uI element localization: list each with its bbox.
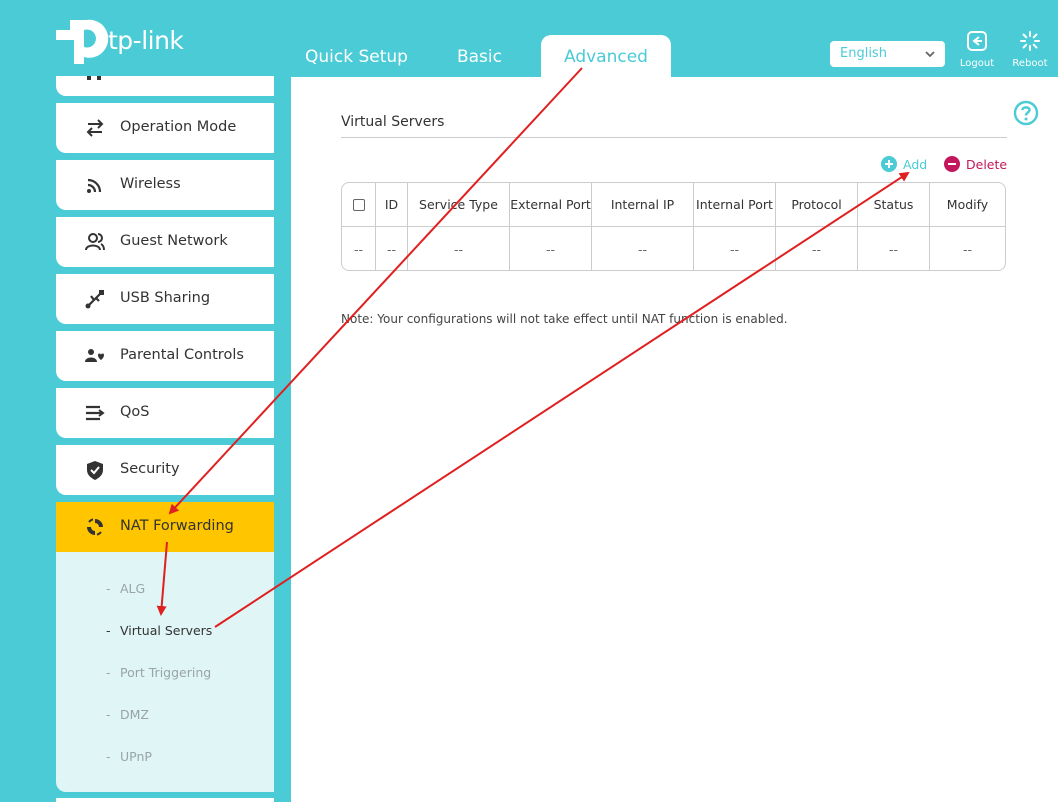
sidebar-item-label: QoS <box>120 404 150 420</box>
title-divider <box>341 137 1007 138</box>
main-nav: Quick Setup Basic Advanced <box>290 35 671 77</box>
logout-icon <box>967 31 987 51</box>
reboot-label: Reboot <box>1012 58 1048 69</box>
sidebar-item-partial-bottom[interactable] <box>56 798 274 802</box>
reboot-icon <box>1020 31 1040 51</box>
submenu-item-alg[interactable]: - ALG <box>106 581 145 596</box>
sidebar-item-security[interactable]: Security <box>56 445 274 495</box>
column-header: Internal IP <box>592 183 694 226</box>
sidebar-item-label: NAT Forwarding <box>120 518 234 534</box>
page-title: Virtual Servers <box>341 114 445 130</box>
select-all-cell <box>342 183 376 226</box>
help-icon[interactable] <box>1013 100 1039 126</box>
sidebar-item-label: Guest Network <box>120 233 228 249</box>
select-all-checkbox[interactable] <box>352 198 365 211</box>
sidebar-item-qos[interactable]: QoS <box>56 388 274 438</box>
column-header: Service Type <box>408 183 510 226</box>
shield-icon <box>87 461 103 480</box>
tab-advanced[interactable]: Advanced <box>540 35 671 77</box>
table-cell: -- <box>962 241 973 257</box>
sidebar-item-partial[interactable] <box>56 76 274 96</box>
qos-icon <box>86 405 105 421</box>
submenu-item-port-triggering[interactable]: - Port Triggering <box>106 665 211 680</box>
language-value: English <box>840 46 887 61</box>
sidebar-item-guest-network[interactable]: Guest Network <box>56 217 274 267</box>
sidebar-item-label: Wireless <box>120 176 181 192</box>
tab-basic[interactable]: Basic <box>433 35 526 77</box>
logout-button[interactable]: Logout <box>955 30 999 69</box>
parental-controls-icon <box>85 349 104 362</box>
column-header: Internal Port <box>694 183 776 226</box>
submenu-item-upnp[interactable]: - UPnP <box>106 749 152 764</box>
sidebar-item-usb-sharing[interactable]: USB Sharing <box>56 274 274 324</box>
nat-forwarding-icon <box>87 518 103 536</box>
table-cell: -- <box>408 227 510 270</box>
add-button[interactable]: Add <box>881 156 927 172</box>
table-header-row: ID Service Type External Port Internal I… <box>342 183 1005 227</box>
submenu-item-dmz[interactable]: - DMZ <box>106 707 149 722</box>
table-cell: -- <box>376 227 408 270</box>
submenu-item-virtual-servers[interactable]: - Virtual Servers <box>106 623 212 638</box>
column-header: Status <box>858 183 930 226</box>
sidebar-item-operation-mode[interactable]: Operation Mode <box>56 103 274 153</box>
column-header: External Port <box>510 183 592 226</box>
plus-icon <box>881 156 897 172</box>
sidebar-item-label: USB Sharing <box>120 290 211 306</box>
minus-icon <box>944 156 960 172</box>
logout-label: Logout <box>959 58 995 69</box>
column-header: Protocol <box>776 183 858 226</box>
delete-button[interactable]: Delete <box>944 156 1007 172</box>
table-row: -- -- -- -- -- -- -- -- -- <box>342 227 1005 270</box>
brand-name: tp-link <box>108 26 184 55</box>
column-header: ID <box>376 183 408 226</box>
language-select[interactable]: English <box>830 41 945 67</box>
table-cell: -- <box>510 227 592 270</box>
sidebar-item-label: Operation Mode <box>120 119 237 135</box>
operation-mode-icon <box>86 119 104 137</box>
tab-quick-setup[interactable]: Quick Setup <box>290 35 433 77</box>
table-cell: -- <box>342 227 376 270</box>
table-cell: -- <box>858 227 930 270</box>
sidebar-item-label: Security <box>120 461 180 477</box>
table-cell: -- <box>776 227 858 270</box>
sidebar-item-parental-controls[interactable]: Parental Controls <box>56 331 274 381</box>
chevron-down-icon <box>925 51 935 58</box>
guest-network-icon <box>85 233 105 251</box>
table-cell: -- <box>592 227 694 270</box>
wireless-icon <box>87 178 102 193</box>
virtual-servers-table: ID Service Type External Port Internal I… <box>341 182 1006 271</box>
table-cell: -- <box>694 227 776 270</box>
sidebar-item-wireless[interactable]: Wireless <box>56 160 274 210</box>
network-map-icon <box>87 76 101 80</box>
main-content: Virtual Servers Add Delete ID Service Ty… <box>291 77 1058 802</box>
usb-icon <box>85 290 104 309</box>
nat-note: Note: Your configurations will not take … <box>341 312 788 326</box>
reboot-button[interactable]: Reboot <box>1008 30 1052 69</box>
sidebar-item-nat-forwarding[interactable]: NAT Forwarding <box>56 502 274 552</box>
column-header: Modify <box>946 197 989 212</box>
nat-submenu: - ALG - Virtual Servers - Port Triggering -… <box>56 552 274 792</box>
sidebar-item-label: Parental Controls <box>120 347 244 363</box>
